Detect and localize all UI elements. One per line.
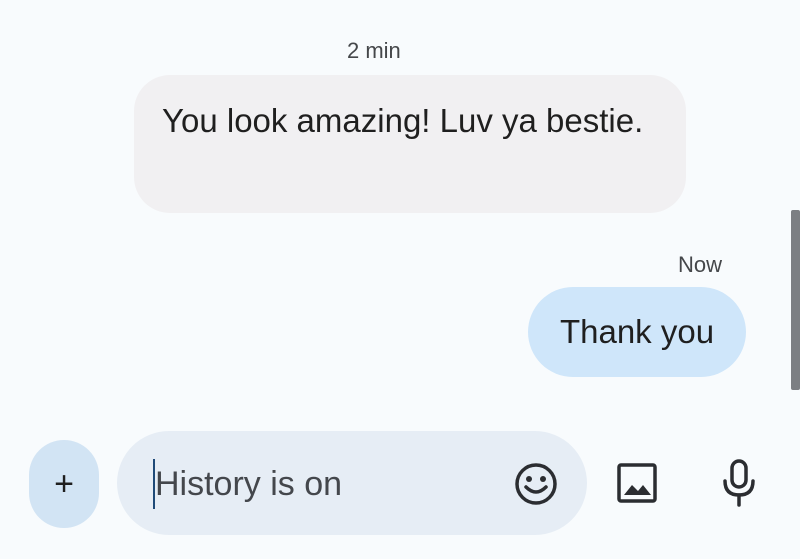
microphone-icon (723, 459, 755, 507)
add-attachment-button[interactable]: + (29, 440, 99, 528)
message-timestamp: Now (677, 252, 722, 277)
plus-icon: + (54, 464, 74, 503)
voice-input-button[interactable] (718, 458, 760, 508)
outgoing-message-bubble[interactable]: Thank you (528, 287, 746, 377)
compose-field[interactable] (117, 431, 587, 535)
incoming-message-bubble[interactable]: You look amazing! Luv ya bestie. (134, 75, 686, 213)
emoji-icon (515, 463, 557, 505)
message-text: You look amazing! Luv ya bestie. (162, 102, 644, 139)
message-text: Thank you (559, 313, 715, 350)
message-input[interactable] (155, 461, 495, 507)
emoji-button[interactable] (513, 461, 559, 507)
image-icon (617, 463, 657, 503)
gallery-button[interactable] (614, 460, 660, 506)
message-timestamp: 2 min (347, 38, 401, 63)
scrollbar[interactable] (791, 210, 800, 390)
